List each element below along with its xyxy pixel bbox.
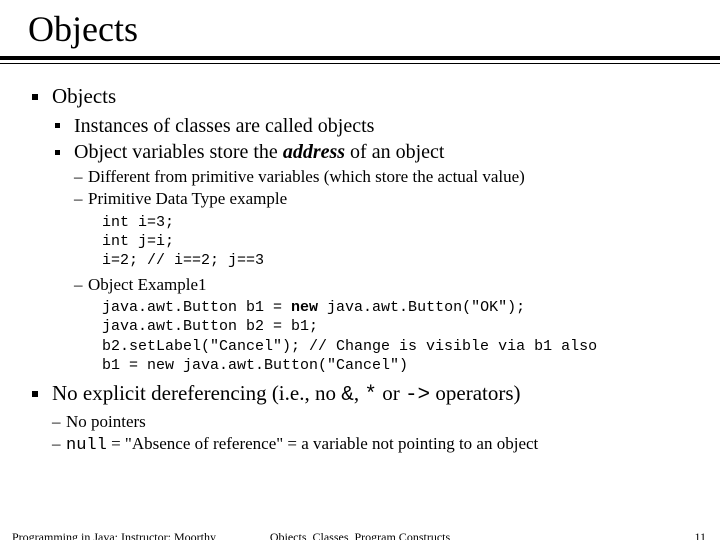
footer-center: Objects, Classes, Program Constructs	[0, 530, 720, 540]
title-rule-thick	[0, 56, 720, 60]
dash-object-example: Object Example1	[74, 274, 700, 296]
dash-null: null = "Absence of reference" = a variab…	[52, 433, 700, 457]
slide: Objects Objects Instances of classes are…	[0, 0, 720, 540]
sub-instances: Instances of classes are called objects	[52, 114, 700, 138]
bullet-objects-label: Objects	[52, 84, 116, 108]
dash-primitive-example: Primitive Data Type example	[74, 188, 700, 210]
slide-content: Objects Instances of classes are called …	[0, 64, 720, 457]
dash-diff-primitive: Different from primitive variables (whic…	[74, 166, 700, 188]
bullet-objects: Objects Instances of classes are called …	[30, 84, 700, 375]
footer-page-number: 11	[694, 530, 706, 540]
dash-no-pointers: No pointers	[52, 411, 700, 433]
bullet-no-deref: No explicit dereferencing (i.e., no &, *…	[30, 381, 700, 457]
code-object: java.awt.Button b1 = new java.awt.Button…	[102, 298, 700, 375]
code-primitive: int i=3; int j=i; i=2; // i==2; j==3	[102, 213, 700, 271]
sub-address: Object variables store the address of an…	[52, 140, 700, 375]
slide-title: Objects	[0, 0, 720, 56]
